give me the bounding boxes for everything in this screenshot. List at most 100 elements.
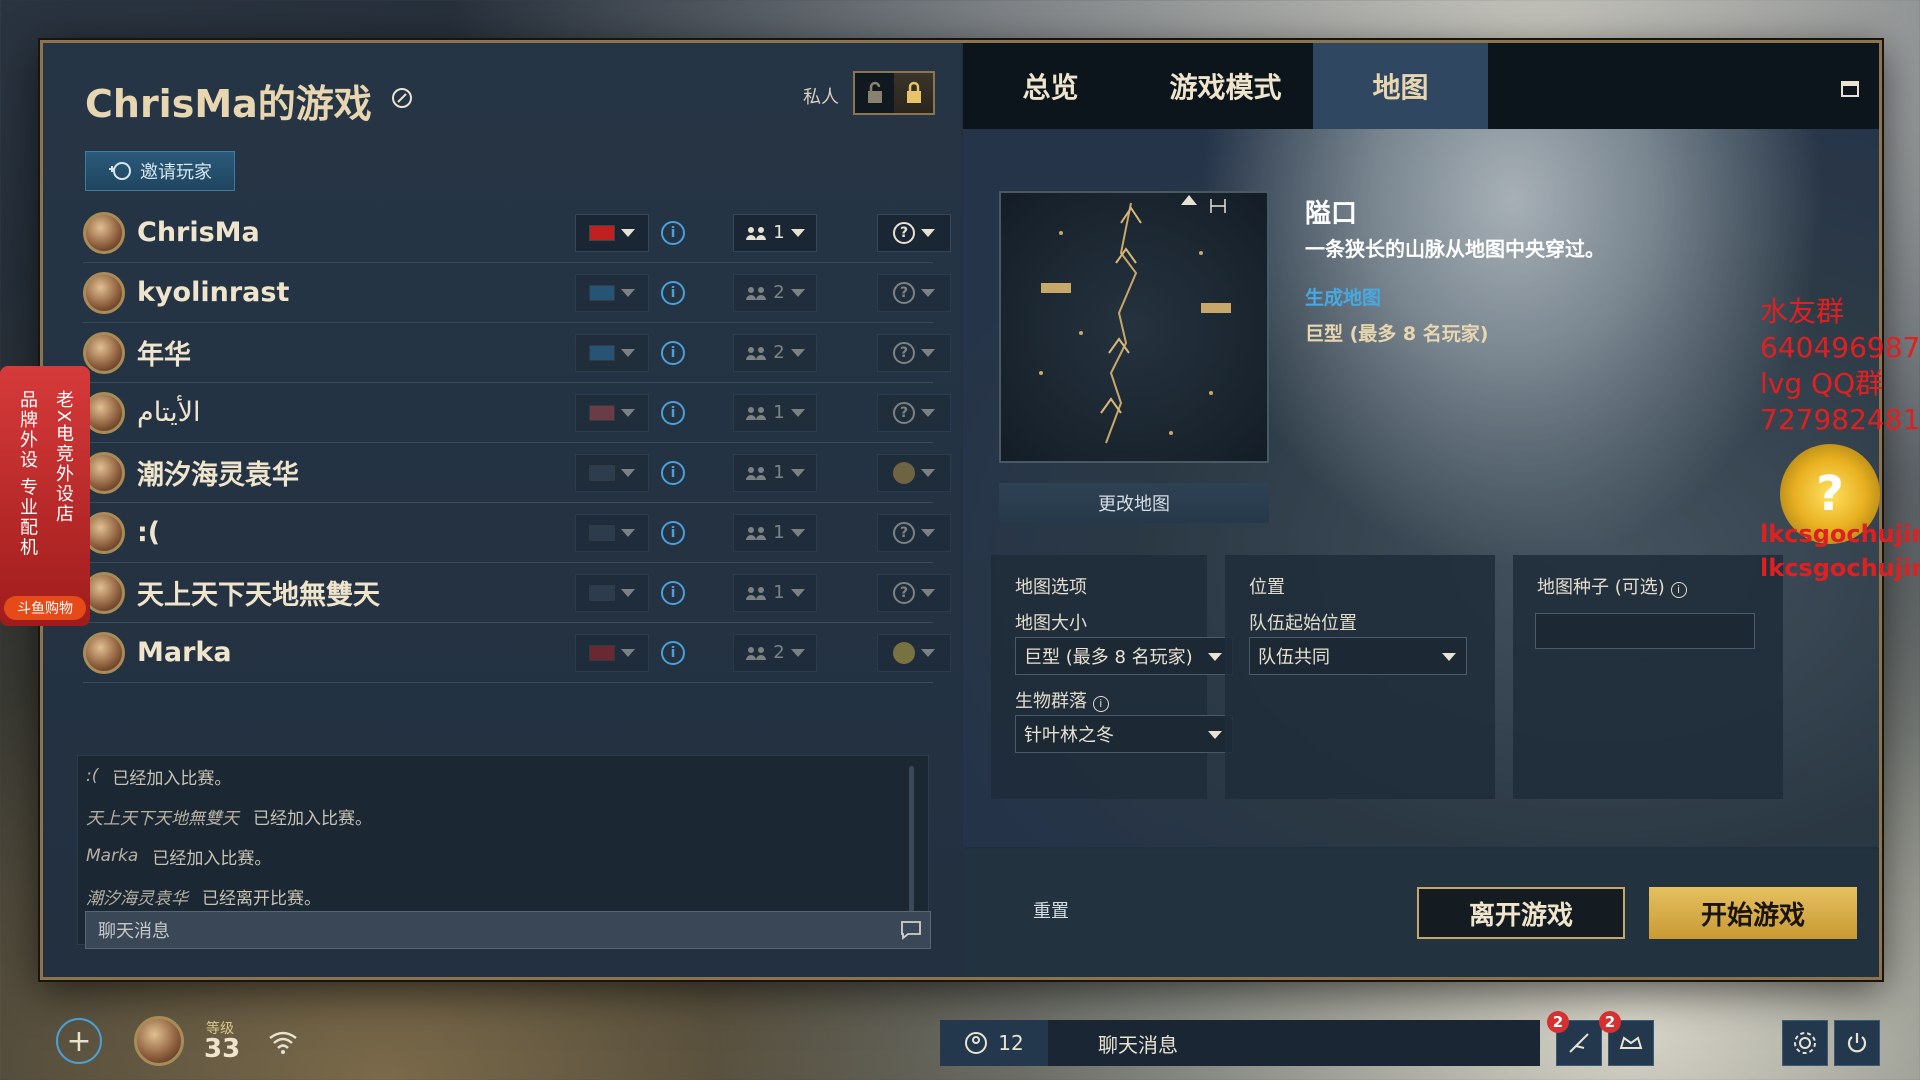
- chevron-down-icon: [621, 288, 635, 297]
- notification-button[interactable]: 2: [1547, 1011, 1602, 1066]
- info-icon[interactable]: i: [661, 580, 685, 605]
- info-icon[interactable]: i: [661, 280, 685, 305]
- color-select[interactable]: ?: [877, 513, 951, 552]
- question-icon: ?: [893, 341, 915, 364]
- info-icon[interactable]: i: [661, 220, 685, 245]
- color-select[interactable]: ?: [877, 333, 951, 372]
- civ-select[interactable]: [575, 273, 649, 312]
- minimize-icon[interactable]: [1841, 81, 1859, 97]
- color-select[interactable]: ?: [877, 393, 951, 432]
- color-select[interactable]: ?: [877, 273, 951, 312]
- hud-chat-label: 聊天消息: [1098, 1032, 1178, 1057]
- stream-ad-left: 老X电竞外设店 品牌外设 专业配机 斗鱼购物: [0, 366, 90, 626]
- lobby-frame: ChrisMa的游戏 私人 邀请玩家 ChrisMa i 1 ? kyolinr…: [40, 40, 1882, 980]
- civ-select[interactable]: [575, 633, 649, 672]
- shop-button[interactable]: 斗鱼购物: [4, 596, 86, 620]
- lock-icon[interactable]: [894, 73, 933, 113]
- team-start-select[interactable]: 队伍共同: [1249, 637, 1467, 675]
- team-icon: [746, 226, 767, 240]
- team-select[interactable]: 2: [733, 273, 817, 312]
- civ-select[interactable]: [575, 213, 649, 252]
- hud-chat-bar[interactable]: 12 聊天消息: [940, 1020, 1540, 1066]
- color-select[interactable]: ?: [877, 213, 951, 252]
- invite-player-button[interactable]: 邀请玩家: [85, 151, 235, 191]
- reset-button[interactable]: 重置: [1033, 897, 1069, 923]
- chat-placeholder: 聊天消息: [98, 921, 170, 942]
- seed-input[interactable]: [1535, 613, 1755, 649]
- info-icon[interactable]: i: [661, 460, 685, 485]
- team-select[interactable]: 1: [733, 213, 817, 252]
- friends-button[interactable]: 12: [940, 1020, 1048, 1066]
- edit-icon[interactable]: [391, 87, 413, 109]
- team-select[interactable]: 1: [733, 513, 817, 552]
- question-icon: ?: [893, 281, 915, 304]
- chat-author: :(: [86, 766, 99, 786]
- player-name: Marka: [137, 637, 232, 668]
- team-number: 1: [773, 582, 785, 603]
- tab-game-mode[interactable]: 游戏模式: [1138, 43, 1313, 129]
- chevron-down-icon: [621, 408, 635, 417]
- team-select[interactable]: 2: [733, 333, 817, 372]
- civ-select[interactable]: [575, 333, 649, 372]
- chevron-down-icon: [790, 468, 805, 477]
- position-column: 位置 队伍起始位置 队伍共同: [1225, 555, 1495, 799]
- chevron-down-icon: [921, 528, 935, 537]
- settings-button[interactable]: [1782, 1020, 1828, 1066]
- plus-button[interactable]: +: [56, 1018, 102, 1064]
- overlay-tag-2: lkcsgochujin: [1760, 554, 1920, 582]
- leave-game-button[interactable]: 离开游戏: [1417, 887, 1625, 939]
- generate-map-link[interactable]: 生成地图: [1305, 283, 1381, 310]
- chevron-down-icon: [921, 588, 935, 597]
- chevron-down-icon: [1208, 731, 1222, 739]
- chevron-down-icon: [921, 648, 935, 657]
- player-panel: ChrisMa的游戏 私人 邀请玩家 ChrisMa i 1 ? kyolinr…: [43, 43, 985, 977]
- team-select[interactable]: 1: [733, 393, 817, 432]
- biome-select[interactable]: 针叶林之冬: [1015, 715, 1233, 753]
- player-avatar: [83, 631, 125, 674]
- chat-input[interactable]: 聊天消息: [85, 911, 931, 949]
- gear-icon: [1794, 1032, 1816, 1054]
- player-row: 天上天下天地無雙天 i 1 ? ×: [83, 563, 985, 623]
- info-icon[interactable]: i: [1670, 582, 1687, 598]
- chevron-down-icon: [621, 648, 635, 657]
- unlock-icon[interactable]: [855, 73, 894, 113]
- chat-text: 已经离开比赛。: [202, 888, 321, 909]
- change-map-button[interactable]: 更改地图: [999, 483, 1269, 523]
- team-select[interactable]: 1: [733, 453, 817, 492]
- team-select[interactable]: 2: [733, 633, 817, 672]
- team-number: 2: [773, 282, 785, 303]
- info-icon[interactable]: i: [661, 640, 685, 665]
- civ-select[interactable]: [575, 573, 649, 612]
- biome-label-text: 生物群落: [1015, 691, 1087, 712]
- flag-icon: [589, 524, 615, 541]
- rewards-button[interactable]: 2: [1599, 1011, 1654, 1066]
- question-icon: ?: [893, 581, 915, 604]
- tab-map[interactable]: 地图: [1313, 43, 1488, 129]
- team-number: 1: [773, 462, 785, 483]
- info-icon[interactable]: i: [1092, 696, 1109, 712]
- seed-label: 地图种子 (可选) i: [1537, 573, 1687, 599]
- info-icon[interactable]: i: [661, 340, 685, 365]
- chevron-down-icon: [921, 408, 935, 417]
- player-color-swatch: [893, 641, 915, 664]
- info-icon[interactable]: i: [661, 520, 685, 545]
- mountain-range-icon: [1039, 195, 1231, 444]
- avatar[interactable]: [134, 1016, 184, 1066]
- start-game-button[interactable]: 开始游戏: [1649, 887, 1857, 939]
- player-color-swatch: [893, 461, 915, 484]
- civ-select[interactable]: [575, 513, 649, 552]
- color-select[interactable]: [877, 453, 951, 492]
- color-select[interactable]: [877, 633, 951, 672]
- team-select[interactable]: 1: [733, 573, 817, 612]
- tab-overview[interactable]: 总览: [963, 43, 1138, 129]
- civ-select[interactable]: [575, 393, 649, 432]
- chat-bubble-icon[interactable]: [900, 920, 922, 940]
- map-options-column: 地图选项 地图大小 巨型 (最多 8 名玩家) 生物群落 i 针叶林之冬: [991, 555, 1233, 799]
- chat-author: 潮汐海灵袁华: [86, 888, 188, 909]
- map-size-select[interactable]: 巨型 (最多 8 名玩家): [1015, 637, 1233, 675]
- private-toggle[interactable]: [853, 71, 935, 115]
- color-select[interactable]: ?: [877, 573, 951, 612]
- info-icon[interactable]: i: [661, 400, 685, 425]
- power-button[interactable]: [1834, 1020, 1880, 1066]
- civ-select[interactable]: [575, 453, 649, 492]
